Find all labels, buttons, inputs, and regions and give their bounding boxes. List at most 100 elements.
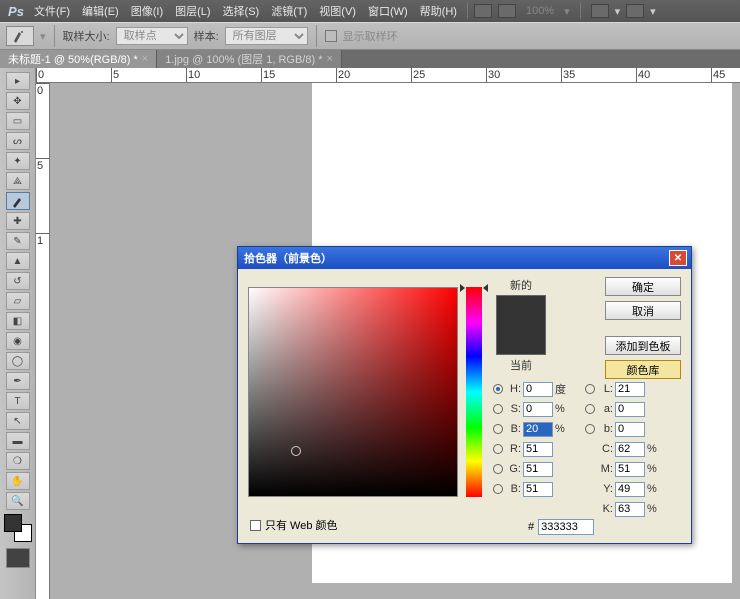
- close-icon[interactable]: ×: [326, 53, 332, 65]
- ok-button[interactable]: 确定: [605, 277, 681, 296]
- dialog-titlebar[interactable]: 拾色器（前景色） ✕: [238, 247, 691, 269]
- input-lab-b[interactable]: [615, 422, 645, 437]
- move-tool[interactable]: ✥: [6, 92, 30, 110]
- menu-image[interactable]: 图像(I): [125, 3, 169, 19]
- menu-filter[interactable]: 滤镜(T): [265, 3, 313, 19]
- eyedropper-tool[interactable]: [6, 192, 30, 210]
- input-k[interactable]: [615, 502, 645, 517]
- marquee-tool[interactable]: ▭: [6, 112, 30, 130]
- color-field[interactable]: [248, 287, 458, 497]
- radio-r[interactable]: [493, 444, 503, 454]
- input-c[interactable]: [615, 442, 645, 457]
- input-l[interactable]: [615, 382, 645, 397]
- input-a[interactable]: [615, 402, 645, 417]
- input-m[interactable]: [615, 462, 645, 477]
- lasso-tool[interactable]: ᔕ: [6, 132, 30, 150]
- current-color-swatch[interactable]: [497, 326, 545, 355]
- zoom-percent: 100%: [522, 5, 558, 17]
- doc-tab-2[interactable]: 1.jpg @ 100% (图层 1, RGB/8) * ×: [157, 50, 342, 68]
- current-color-label: 当前: [496, 357, 546, 373]
- menu-file[interactable]: 文件(F): [28, 3, 76, 19]
- current-tool-icon[interactable]: [6, 26, 34, 46]
- menu-window[interactable]: 窗口(W): [362, 3, 414, 19]
- brush-tool[interactable]: ✎: [6, 232, 30, 250]
- doc-tab-label: 1.jpg @ 100% (图层 1, RGB/8) *: [165, 51, 322, 67]
- toolbox: ▸ ✥ ▭ ᔕ ✦ ⟁ ✚ ✎ ▲ ↺ ▱ ◧ ◉ ◯ ✒ T ↖ ▬ ❍ ✋ …: [0, 68, 36, 599]
- menu-select[interactable]: 选择(S): [217, 3, 266, 19]
- launch-bridge-icon[interactable]: [474, 4, 492, 18]
- wand-tool[interactable]: ✦: [6, 152, 30, 170]
- menu-bar: Ps 文件(F) 编辑(E) 图像(I) 图层(L) 选择(S) 滤镜(T) 视…: [0, 0, 740, 22]
- hue-indicator-right: [483, 284, 488, 292]
- hue-indicator-left: [460, 284, 465, 292]
- show-ring-label: 显示取样环: [343, 28, 398, 44]
- add-swatch-button[interactable]: 添加到色板: [605, 336, 681, 355]
- quickmask-icon[interactable]: [6, 548, 30, 568]
- radio-s[interactable]: [493, 404, 503, 414]
- hue-slider[interactable]: [466, 287, 482, 497]
- web-colors-label: 只有 Web 颜色: [265, 517, 338, 533]
- radio-g[interactable]: [493, 464, 503, 474]
- 3d-tool[interactable]: ❍: [6, 452, 30, 470]
- gradient-tool[interactable]: ◧: [6, 312, 30, 330]
- zoom-tool[interactable]: 🔍: [6, 492, 30, 510]
- radio-rgb-b[interactable]: [493, 484, 503, 494]
- menu-view[interactable]: 视图(V): [313, 3, 362, 19]
- pen-tool[interactable]: ✒: [6, 372, 30, 390]
- radio-l[interactable]: [585, 384, 595, 394]
- dodge-tool[interactable]: ◯: [6, 352, 30, 370]
- crop-tool[interactable]: ⟁: [6, 172, 30, 190]
- sample-label: 样本:: [194, 28, 219, 44]
- input-hex[interactable]: [538, 519, 594, 535]
- input-r[interactable]: [523, 442, 553, 457]
- sample-layers-select[interactable]: 所有图层: [225, 27, 308, 45]
- color-field-cursor[interactable]: [291, 446, 301, 456]
- new-color-label: 新的: [496, 277, 546, 293]
- history-brush-tool[interactable]: ↺: [6, 272, 30, 290]
- input-s[interactable]: [523, 402, 553, 417]
- app-logo: Ps: [4, 0, 28, 22]
- heal-tool[interactable]: ✚: [6, 212, 30, 230]
- close-button[interactable]: ✕: [669, 250, 687, 266]
- hand-tool[interactable]: ✋: [6, 472, 30, 490]
- document-tabs: 未标题-1 @ 50%(RGB/8) * × 1.jpg @ 100% (图层 …: [0, 50, 740, 68]
- view-extras-icon[interactable]: [498, 4, 516, 18]
- vertical-ruler: 0 5 1: [36, 83, 50, 599]
- path-tool[interactable]: ↖: [6, 412, 30, 430]
- radio-b[interactable]: [493, 424, 503, 434]
- shape-tool[interactable]: ▬: [6, 432, 30, 450]
- color-picker-dialog: 拾色器（前景色） ✕ 新的 当前 确定 取消: [237, 246, 692, 544]
- radio-lab-b[interactable]: [585, 424, 595, 434]
- input-b[interactable]: [523, 422, 553, 437]
- expand-toolbox-icon[interactable]: ▸: [6, 72, 30, 90]
- new-color-swatch: [497, 296, 545, 326]
- arrange-docs-icon[interactable]: [591, 4, 609, 18]
- doc-tab-1[interactable]: 未标题-1 @ 50%(RGB/8) * ×: [0, 50, 157, 68]
- color-swatches[interactable]: [0, 512, 35, 542]
- close-icon[interactable]: ×: [142, 53, 148, 65]
- stamp-tool[interactable]: ▲: [6, 252, 30, 270]
- menu-help[interactable]: 帮助(H): [414, 3, 463, 19]
- eraser-tool[interactable]: ▱: [6, 292, 30, 310]
- input-y[interactable]: [615, 482, 645, 497]
- blur-tool[interactable]: ◉: [6, 332, 30, 350]
- input-g[interactable]: [523, 462, 553, 477]
- sample-size-label: 取样大小:: [63, 28, 110, 44]
- menu-edit[interactable]: 编辑(E): [76, 3, 125, 19]
- web-colors-checkbox[interactable]: [250, 520, 261, 531]
- dialog-title: 拾色器（前景色）: [244, 250, 669, 266]
- color-library-button[interactable]: 颜色库: [605, 360, 681, 379]
- show-ring-checkbox[interactable]: [325, 30, 337, 42]
- hex-prefix: #: [528, 521, 534, 533]
- foreground-color-swatch[interactable]: [4, 514, 22, 532]
- type-tool[interactable]: T: [6, 392, 30, 410]
- radio-h[interactable]: [493, 384, 503, 394]
- radio-a[interactable]: [585, 404, 595, 414]
- input-rgb-b[interactable]: [523, 482, 553, 497]
- screen-mode-icon[interactable]: [626, 4, 644, 18]
- input-h[interactable]: [523, 382, 553, 397]
- sample-size-select[interactable]: 取样点: [116, 27, 188, 45]
- menu-layer[interactable]: 图层(L): [169, 3, 216, 19]
- cancel-button[interactable]: 取消: [605, 301, 681, 320]
- color-preview: [496, 295, 546, 355]
